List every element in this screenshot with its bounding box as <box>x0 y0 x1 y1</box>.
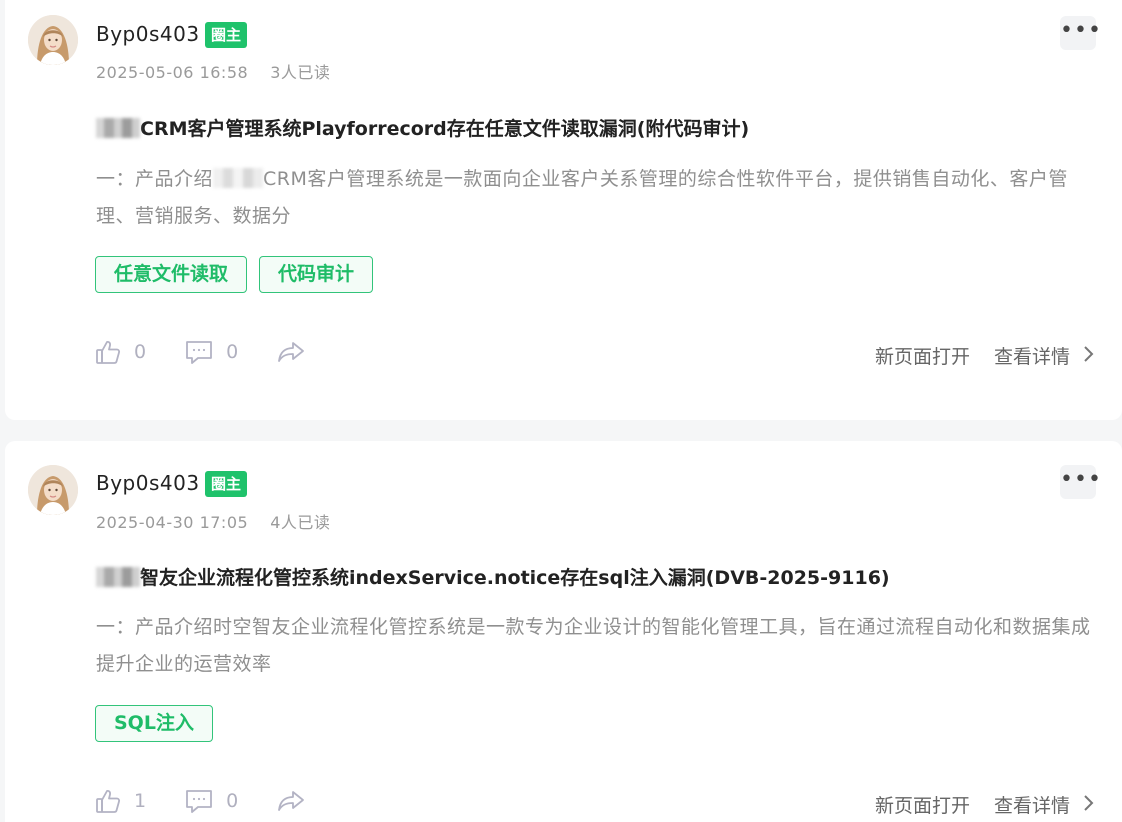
author-name[interactable]: Byp0s403 <box>96 22 200 46</box>
thumbs-up-icon <box>96 790 121 813</box>
post-meta: 2025-05-06 16:58 3人已读 <box>96 59 330 83</box>
post-card: Byp0s403 圈主 2025-04-30 17:05 4人已读 ••• 智友企… <box>5 441 1122 822</box>
comment-button[interactable]: 0 <box>184 787 238 815</box>
more-dots-icon: ••• <box>1060 467 1102 492</box>
post-title-text: 智友企业流程化管控系统indexService.notice存在sql注入漏洞(… <box>140 567 890 589</box>
comment-count: 0 <box>226 341 239 363</box>
more-dots-icon: ••• <box>1060 18 1102 43</box>
role-badge: 圈主 <box>205 471 248 497</box>
comment-icon <box>186 341 212 364</box>
post-meta: 2025-04-30 17:05 4人已读 <box>96 509 330 533</box>
post-title[interactable]: CRM客户管理系统Playforrecord存在任意文件读取漏洞(附代码审计) <box>96 114 749 141</box>
redacted-text <box>213 168 264 188</box>
post-card: Byp0s403 圈主 2025-05-06 16:58 3人已读 ••• CRM… <box>5 0 1122 420</box>
chevron-right-icon[interactable] <box>1082 344 1094 368</box>
tag-list: SQL注入 <box>95 705 213 742</box>
post-links: 新页面打开 查看详情 <box>875 791 1094 818</box>
view-details-link[interactable]: 查看详情 <box>994 342 1070 369</box>
more-options-button[interactable]: ••• <box>1060 465 1101 499</box>
post-actions: 1 0 <box>94 787 344 815</box>
tag-list: 任意文件读取 代码审计 <box>95 256 374 293</box>
tag[interactable]: 代码审计 <box>259 256 374 293</box>
comment-button[interactable]: 0 <box>184 338 238 366</box>
view-details-link[interactable]: 查看详情 <box>994 791 1070 818</box>
open-new-page-link[interactable]: 新页面打开 <box>875 791 970 818</box>
share-icon <box>278 791 305 811</box>
post-feed: Byp0s403 圈主 2025-05-06 16:58 3人已读 ••• CRM… <box>0 0 1122 822</box>
more-options-button[interactable]: ••• <box>1060 16 1101 50</box>
share-icon <box>278 342 305 362</box>
author-name[interactable]: Byp0s403 <box>96 471 200 495</box>
tag[interactable]: SQL注入 <box>95 705 213 742</box>
open-new-page-link[interactable]: 新页面打开 <box>875 342 970 369</box>
redacted-text <box>96 118 140 138</box>
avatar[interactable] <box>28 15 78 65</box>
post-actions: 0 0 <box>94 338 344 366</box>
post-datetime: 2025-05-06 16:58 <box>96 63 249 82</box>
redacted-text <box>96 567 140 587</box>
tag[interactable]: 任意文件读取 <box>95 256 248 293</box>
chevron-right-icon[interactable] <box>1082 793 1094 817</box>
post-title-text: CRM客户管理系统Playforrecord存在任意文件读取漏洞(附代码审计) <box>140 118 750 140</box>
share-button[interactable] <box>276 338 306 366</box>
like-button[interactable]: 1 <box>94 787 146 815</box>
post-summary: 一：产品介绍 CRM客户管理系统是一款面向企业客户关系管理的综合性软件平台，提供销… <box>96 161 1096 235</box>
like-count: 0 <box>134 341 147 363</box>
role-badge: 圈主 <box>205 22 248 48</box>
read-count: 3人已读 <box>270 63 331 82</box>
like-count: 1 <box>134 790 147 812</box>
avatar[interactable] <box>28 465 78 515</box>
summary-text: 一：产品介绍 <box>96 168 214 190</box>
post-summary: 一：产品介绍时空智友企业流程化管控系统是一款专为企业设计的智能化管理工具，旨在通… <box>96 616 1091 675</box>
post-links: 新页面打开 查看详情 <box>875 342 1094 369</box>
share-button[interactable] <box>276 787 306 815</box>
comment-count: 0 <box>226 790 239 812</box>
like-button[interactable]: 0 <box>94 338 146 366</box>
comment-icon <box>186 790 212 813</box>
read-count: 4人已读 <box>270 513 331 532</box>
post-title[interactable]: 智友企业流程化管控系统indexService.notice存在sql注入漏洞(… <box>96 563 890 590</box>
thumbs-up-icon <box>96 341 121 364</box>
post-datetime: 2025-04-30 17:05 <box>96 513 249 532</box>
